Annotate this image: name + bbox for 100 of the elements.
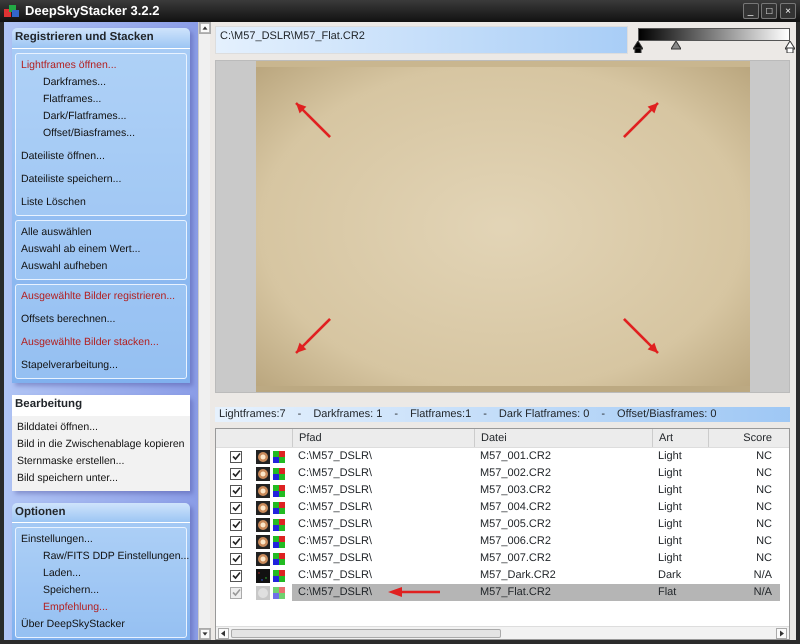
table-cell-text: Dark bbox=[657, 569, 682, 582]
sidebar-link[interactable]: Ausgewählte Bilder registrieren... bbox=[16, 288, 180, 305]
app-icon bbox=[4, 4, 20, 18]
column-header[interactable]: Score bbox=[708, 429, 780, 448]
sidebar-link[interactable]: Auswahl aufheben bbox=[16, 258, 112, 275]
table-cell-text: M57_006.CR2 bbox=[479, 535, 552, 548]
panel-title: Optionen bbox=[12, 502, 190, 524]
table-cell-text: C:\M57_DSLR\ bbox=[297, 467, 373, 480]
sidebar-link[interactable]: Alle auswählen bbox=[16, 224, 97, 241]
table-cell-text: N/A bbox=[752, 569, 773, 582]
table-cell-text: Light bbox=[657, 467, 683, 480]
panel-title: Bearbeitung bbox=[12, 394, 190, 416]
frame-count: Flatframes:1 bbox=[410, 408, 472, 422]
table-cell-text: Light bbox=[657, 484, 683, 498]
arrow-annotation bbox=[294, 101, 332, 139]
sidebar-link[interactable]: Dateiliste öffnen... bbox=[16, 148, 110, 165]
sidebar-link[interactable]: Laden... bbox=[38, 565, 86, 582]
color-mosaic-icon bbox=[273, 518, 285, 531]
sidebar-link[interactable]: Einstellungen... bbox=[16, 531, 98, 548]
checkbox[interactable] bbox=[230, 502, 242, 514]
sidebar-link[interactable]: Speichern... bbox=[38, 582, 104, 600]
level-slider-thumb[interactable] bbox=[633, 41, 643, 53]
arrow-annotation bbox=[294, 317, 332, 355]
column-header[interactable]: Art bbox=[652, 429, 708, 448]
color-mosaic-icon bbox=[273, 586, 285, 599]
sidebar-link[interactable]: Darkframes... bbox=[38, 74, 112, 91]
arrow-annotation bbox=[622, 101, 660, 139]
color-mosaic-icon bbox=[273, 468, 285, 480]
checkbox[interactable] bbox=[230, 570, 242, 582]
checkbox[interactable] bbox=[230, 536, 242, 548]
separator: - bbox=[601, 408, 606, 422]
table-cell: M57_Flat.CR2 bbox=[474, 584, 652, 602]
table-cell-text: C:\M57_DSLR\ bbox=[297, 569, 373, 582]
table-cell-text: M57_004.CR2 bbox=[479, 501, 552, 514]
table-cell: N/A bbox=[708, 584, 780, 602]
window-title: DeepSkyStacker 3.2.2 bbox=[25, 3, 160, 19]
sidebar-link[interactable]: Sternmaske erstellen... bbox=[12, 452, 130, 470]
table-cell-text: NC bbox=[755, 552, 773, 566]
table-cell-text: M57_005.CR2 bbox=[479, 518, 552, 532]
checkbox[interactable] bbox=[230, 586, 242, 599]
table-cell-text: M57_003.CR2 bbox=[479, 484, 552, 498]
color-mosaic-icon bbox=[273, 502, 285, 514]
sidebar-link[interactable]: Lightframes öffnen... bbox=[16, 56, 122, 74]
color-mosaic-icon bbox=[273, 552, 285, 565]
scroll-left-button[interactable] bbox=[218, 628, 229, 638]
sidebar-link[interactable]: Auswahl ab einem Wert... bbox=[16, 240, 146, 258]
checkbox[interactable] bbox=[230, 552, 242, 565]
table-cell-text: NC bbox=[755, 484, 773, 498]
scroll-down-button[interactable] bbox=[199, 628, 211, 640]
sidebar-link[interactable]: Offsets berechnen... bbox=[16, 310, 120, 328]
sidebar-link[interactable]: Raw/FITS DDP Einstellungen... bbox=[38, 548, 194, 566]
table-cell: Flat bbox=[652, 584, 708, 602]
scrollbar-thumb[interactable] bbox=[231, 628, 501, 638]
color-mosaic-icon bbox=[273, 450, 285, 463]
sidebar-link[interactable]: Flatframes... bbox=[38, 90, 106, 108]
table-cell-text: Light bbox=[657, 518, 683, 532]
sidebar-link[interactable]: Bilddatei öffnen... bbox=[12, 418, 103, 436]
arrow-annotation bbox=[388, 587, 440, 598]
minimize-button[interactable]: _ bbox=[742, 3, 758, 19]
sidebar-link[interactable]: Empfehlung... bbox=[38, 599, 113, 616]
table-cell-text: M57_007.CR2 bbox=[479, 552, 552, 566]
sidebar-link[interactable]: Über DeepSkyStacker bbox=[16, 616, 130, 634]
table-cell-text: Light bbox=[657, 450, 683, 464]
table-cell-text: NC bbox=[755, 501, 773, 514]
maximize-button[interactable]: □ bbox=[761, 3, 778, 19]
sidebar-link[interactable]: Dark/Flatframes... bbox=[38, 108, 132, 125]
frame-count: Darkframes: 1 bbox=[313, 408, 382, 422]
close-button[interactable]: × bbox=[780, 3, 796, 19]
table-cell-text: NC bbox=[755, 535, 773, 548]
checkbox[interactable] bbox=[230, 468, 242, 480]
color-mosaic-icon bbox=[273, 570, 285, 582]
sidebar-link[interactable]: Bild in die Zwischenablage kopieren bbox=[12, 436, 190, 453]
column-header[interactable]: Pfad bbox=[292, 429, 474, 448]
checkbox[interactable] bbox=[230, 518, 242, 531]
frame-count: Dark Flatframes: 0 bbox=[498, 408, 590, 422]
sidebar-link[interactable]: Offset/Biasframes... bbox=[38, 124, 140, 142]
frame-count: Lightframes:7 bbox=[219, 408, 286, 422]
table-cell-text: NC bbox=[755, 518, 773, 532]
checkbox[interactable] bbox=[230, 450, 242, 463]
level-slider-thumb[interactable] bbox=[785, 41, 795, 53]
table-cell-text: Light bbox=[657, 552, 683, 566]
sidebar-link[interactable]: Stapelverarbeitung... bbox=[16, 356, 123, 374]
sidebar-link[interactable]: Dateiliste speichern... bbox=[16, 170, 126, 188]
table-cell-text: NC bbox=[755, 467, 773, 480]
checkbox[interactable] bbox=[230, 484, 242, 497]
separator: - bbox=[483, 408, 487, 422]
separator: - bbox=[394, 408, 398, 422]
sidebar-link[interactable]: Bild speichern unter... bbox=[12, 470, 123, 487]
scroll-up-button[interactable] bbox=[199, 22, 211, 34]
column-header[interactable]: Datei bbox=[474, 429, 652, 448]
table-cell-text: M57_Dark.CR2 bbox=[479, 569, 557, 582]
table-cell-text: C:\M57_DSLR\ bbox=[297, 450, 373, 464]
table-cell-text: C:\M57_DSLR\ bbox=[297, 501, 373, 514]
sidebar-link[interactable]: Liste Löschen bbox=[16, 194, 91, 211]
sidebar-link[interactable]: Ausgewählte Bilder stacken... bbox=[16, 334, 164, 351]
scroll-right-button[interactable] bbox=[776, 628, 787, 638]
color-mosaic-icon bbox=[273, 484, 285, 497]
frame-count: Offset/Biasframes: 0 bbox=[617, 408, 716, 422]
table-cell-text: M57_002.CR2 bbox=[479, 467, 552, 480]
arrow-annotation bbox=[622, 317, 660, 355]
